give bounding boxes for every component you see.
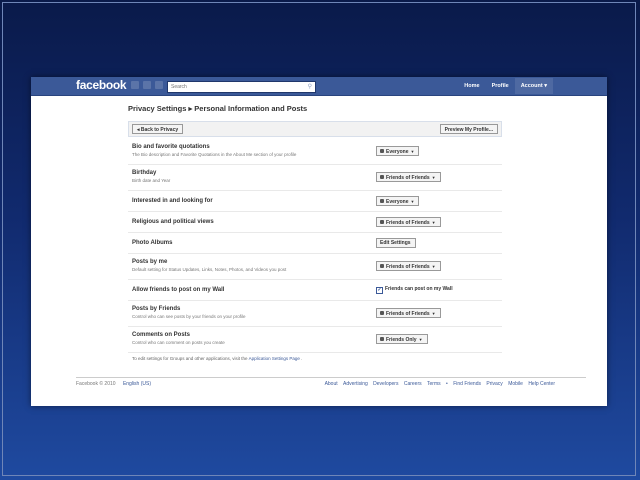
nav-home[interactable]: Home xyxy=(458,83,485,89)
lock-icon xyxy=(380,264,384,268)
chevron-down-icon: ▼ xyxy=(410,199,415,204)
setting-label: Comments on Posts xyxy=(132,332,191,338)
select-value: Friends of Friends xyxy=(386,220,430,226)
settings-note: To edit settings for Groups and other ap… xyxy=(132,356,302,361)
footer-left: Facebook © 2010 English (US) xyxy=(76,381,151,387)
top-nav: Home Profile Account ▾ xyxy=(458,77,553,95)
footer-link-help-center[interactable]: Help Center xyxy=(528,381,555,387)
search-input[interactable] xyxy=(171,82,291,92)
settings-list: Bio and favorite quotations The Bio desc… xyxy=(128,139,502,353)
setting-row-birthday: Birthday Birth date and Year Friends of … xyxy=(128,165,502,191)
preview-profile-button[interactable]: Preview My Profile... xyxy=(439,124,498,134)
wall-posts-checkbox[interactable]: ✓ xyxy=(376,287,383,294)
setting-row-posts-by-me: Posts by me Default setting for Status U… xyxy=(128,254,502,280)
page-title: Privacy Settings ▸ Personal Information … xyxy=(128,104,308,113)
privacy-select[interactable]: Friends Only ▼ xyxy=(376,334,428,344)
notifications-icon[interactable] xyxy=(155,81,163,89)
setting-desc: Default setting for Status Updates, Link… xyxy=(132,267,287,272)
search-box: ⚲ xyxy=(167,81,316,93)
note-text: To edit settings for Groups and other ap… xyxy=(132,356,248,361)
setting-desc: Control who can comment on posts you cre… xyxy=(132,340,225,345)
select-value: Friends of Friends xyxy=(386,311,430,317)
setting-row-religious-political: Religious and political views Friends of… xyxy=(128,212,502,233)
search-icon[interactable]: ⚲ xyxy=(308,82,312,92)
copyright: Facebook © 2010 xyxy=(76,381,116,387)
setting-desc: Birth date and Year xyxy=(132,178,171,183)
privacy-select[interactable]: Everyone ▼ xyxy=(376,146,420,156)
setting-row-photo-albums: Photo Albums Edit Settings xyxy=(128,233,502,254)
footer-link-careers[interactable]: Careers xyxy=(404,381,422,387)
select-value: Everyone xyxy=(386,149,409,155)
footer-links: About Advertising Developers Careers Ter… xyxy=(321,381,555,387)
privacy-select[interactable]: Friends of Friends ▼ xyxy=(376,261,441,271)
footer-link-find-friends[interactable]: Find Friends xyxy=(453,381,481,387)
checkbox-label: Friends can post on my Wall xyxy=(385,286,453,292)
setting-row-allow-wall-posts: Allow friends to post on my Wall ✓ Friend… xyxy=(128,280,502,301)
footer-link-terms[interactable]: Terms xyxy=(427,381,441,387)
setting-label: Interested in and looking for xyxy=(132,198,213,204)
application-settings-link[interactable]: Application Settings Page xyxy=(249,356,300,361)
select-value: Friends of Friends xyxy=(386,175,430,181)
setting-label: Posts by me xyxy=(132,259,168,265)
select-value: Friends Only xyxy=(386,337,417,343)
privacy-select[interactable]: Friends of Friends ▼ xyxy=(376,308,441,318)
lock-icon xyxy=(380,337,384,341)
footer-link-about[interactable]: About xyxy=(325,381,338,387)
top-bar: facebook ⚲ Home Profile Account ▾ xyxy=(31,77,607,96)
back-to-privacy-button[interactable]: ◂ Back to Privacy xyxy=(132,124,184,134)
chevron-down-icon: ▼ xyxy=(418,337,423,342)
setting-label: Photo Albums xyxy=(132,240,173,246)
privacy-select[interactable]: Friends of Friends ▼ xyxy=(376,217,441,227)
setting-row-interested-in: Interested in and looking for Everyone ▼ xyxy=(128,191,502,212)
friend-requests-icon[interactable] xyxy=(131,81,139,89)
setting-label: Religious and political views xyxy=(132,219,214,225)
browser-page: facebook ⚲ Home Profile Account ▾ Privac… xyxy=(31,77,607,406)
setting-row-bio: Bio and favorite quotations The Bio desc… xyxy=(128,139,502,165)
setting-label: Posts by Friends xyxy=(132,306,181,312)
nav-account[interactable]: Account ▾ xyxy=(514,78,553,94)
privacy-select[interactable]: Everyone ▼ xyxy=(376,196,420,206)
notification-jewels xyxy=(131,81,163,89)
wall-posts-checkbox-wrap[interactable]: ✓ Friends can post on my Wall xyxy=(376,286,453,294)
chevron-down-icon: ▼ xyxy=(431,175,436,180)
chevron-down-icon: ▼ xyxy=(410,149,415,154)
select-value: Everyone xyxy=(386,199,409,205)
facebook-logo[interactable]: facebook xyxy=(76,78,127,92)
messages-icon[interactable] xyxy=(143,81,151,89)
footer-divider xyxy=(76,377,586,378)
footer-link-mobile[interactable]: Mobile xyxy=(508,381,523,387)
lock-icon xyxy=(380,199,384,203)
edit-settings-button[interactable]: Edit Settings xyxy=(376,238,416,248)
lock-icon xyxy=(380,175,384,179)
setting-desc: The Bio description and Favorite Quotati… xyxy=(132,152,297,157)
lock-icon xyxy=(380,149,384,153)
privacy-select[interactable]: Friends of Friends ▼ xyxy=(376,172,441,182)
footer-separator: • xyxy=(446,381,448,387)
select-value: Friends of Friends xyxy=(386,264,430,270)
chevron-down-icon: ▼ xyxy=(431,220,436,225)
lock-icon xyxy=(380,311,384,315)
toolbar: ◂ Back to Privacy Preview My Profile... xyxy=(128,121,502,137)
footer-link-developers[interactable]: Developers xyxy=(373,381,398,387)
setting-desc: Control who can see posts by your friend… xyxy=(132,314,246,319)
setting-label: Bio and favorite quotations xyxy=(132,144,210,150)
lock-icon xyxy=(380,220,384,224)
footer-link-advertising[interactable]: Advertising xyxy=(343,381,368,387)
setting-label: Birthday xyxy=(132,170,157,176)
chevron-down-icon: ▼ xyxy=(431,264,436,269)
setting-row-comments: Comments on Posts Control who can commen… xyxy=(128,327,502,353)
chevron-down-icon: ▼ xyxy=(431,311,436,316)
nav-profile[interactable]: Profile xyxy=(486,83,515,89)
setting-label: Allow friends to post on my Wall xyxy=(132,287,225,293)
footer-link-privacy[interactable]: Privacy xyxy=(486,381,502,387)
language-link[interactable]: English (US) xyxy=(123,381,151,387)
note-end: . xyxy=(301,356,303,361)
setting-row-posts-by-friends: Posts by Friends Control who can see pos… xyxy=(128,301,502,327)
